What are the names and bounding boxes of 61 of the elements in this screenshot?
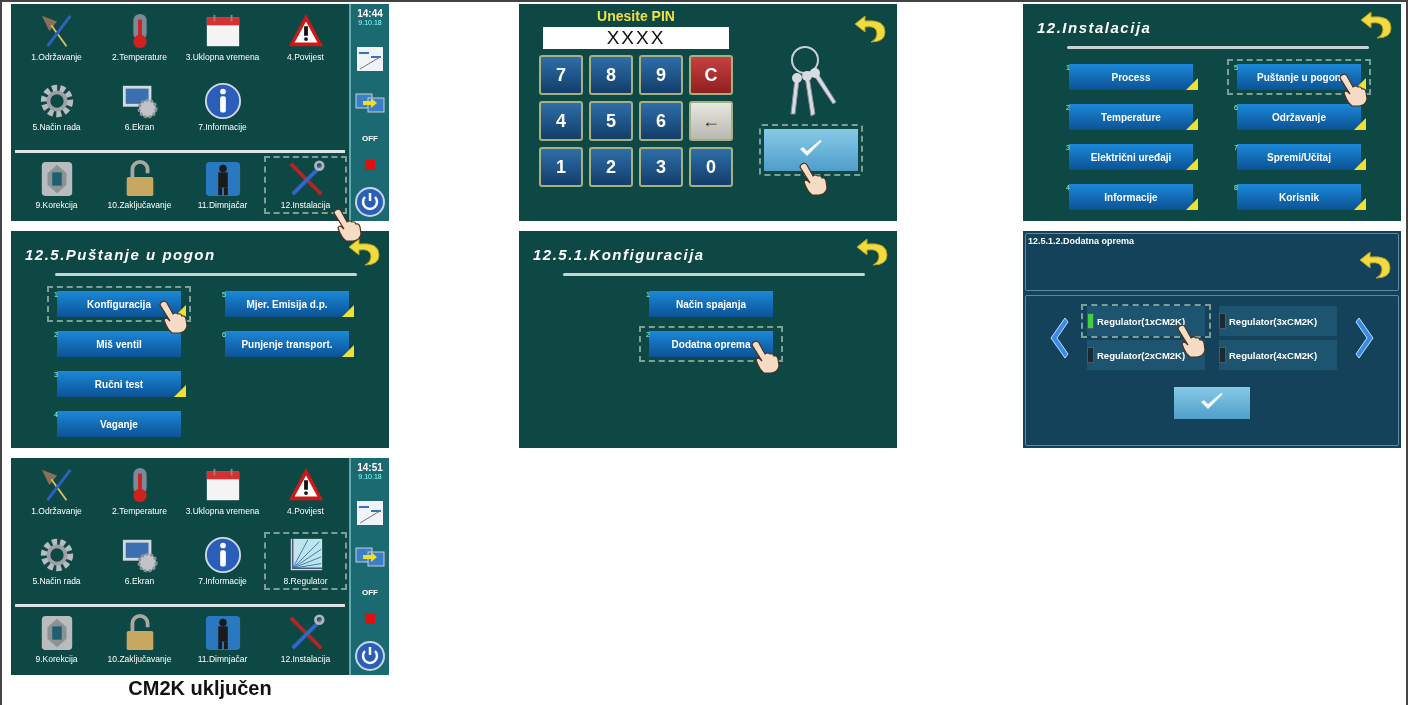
menu-item[interactable]: 4.Povijest bbox=[264, 462, 347, 520]
menu-item[interactable]: 7.Informacije bbox=[181, 78, 264, 136]
keypad-key[interactable]: 8 bbox=[589, 55, 633, 95]
keypad-key[interactable]: C bbox=[689, 55, 733, 95]
info-icon bbox=[203, 536, 242, 574]
menu-item[interactable]: 7.Informacije bbox=[181, 532, 264, 590]
menu-item[interactable]: 1.Održavanje bbox=[15, 8, 98, 66]
menu-item[interactable]: 6.Ekran bbox=[98, 532, 181, 590]
menu-item[interactable]: 6.Ekran bbox=[98, 78, 181, 136]
back-arrow-icon[interactable] bbox=[1359, 10, 1393, 40]
menu-item[interactable]: 11.Dimnjačar bbox=[181, 156, 264, 214]
screen-title: 12.Instalacija bbox=[1037, 18, 1152, 36]
screen-title: 12.5.1.2.Dodatna oprema bbox=[1028, 236, 1135, 246]
keypad-key[interactable]: 7 bbox=[539, 55, 583, 95]
checkmark-icon bbox=[1199, 391, 1225, 412]
menu-item[interactable]: 4.Povijest bbox=[264, 8, 347, 66]
menu-item[interactable]: 10.Zaključavanje bbox=[98, 156, 181, 214]
chimney-sweep-icon bbox=[203, 160, 242, 198]
screen-title: 12.5.1.Konfiguracija bbox=[533, 245, 705, 263]
keypad-key[interactable]: 9 bbox=[639, 55, 683, 95]
keypad-key[interactable]: 5 bbox=[589, 101, 633, 141]
menu-item[interactable]: 12.Instalacija bbox=[264, 610, 347, 668]
chimney-sweep-icon bbox=[203, 614, 242, 652]
power-button-icon[interactable] bbox=[355, 186, 385, 217]
menu-item[interactable]: 9.Korekcija bbox=[15, 156, 98, 214]
caption: CM2K uključen bbox=[128, 677, 272, 700]
screen-title: 12.5.Puštanje u pogon bbox=[25, 245, 216, 263]
back-arrow-icon[interactable] bbox=[1358, 250, 1392, 280]
back-arrow-icon[interactable] bbox=[853, 14, 887, 44]
keypad-key[interactable]: 6 bbox=[639, 101, 683, 141]
menu-item[interactable]: 5.Način rada bbox=[15, 78, 98, 136]
pin-title: Unesite PIN bbox=[597, 8, 675, 24]
menu-item[interactable]: 8.Regulator bbox=[264, 532, 347, 590]
menu-item[interactable]: 9.Korekcija bbox=[15, 610, 98, 668]
menu-item[interactable]: 1.Održavanje bbox=[15, 462, 98, 520]
menu-item[interactable]: 5.Način rada bbox=[15, 532, 98, 590]
menu-item[interactable]: 2.Temperature bbox=[98, 8, 181, 66]
menu-item[interactable]: 2.Temperature bbox=[98, 462, 181, 520]
keypad-key[interactable]: 3 bbox=[639, 147, 683, 187]
keypad-key[interactable]: 2 bbox=[589, 147, 633, 187]
clock-time: 14:44 bbox=[357, 8, 383, 19]
back-arrow-icon[interactable] bbox=[347, 237, 381, 267]
menu-item[interactable]: 3.Uklopna vremena bbox=[181, 8, 264, 66]
pin-field[interactable]: XXXX bbox=[543, 27, 729, 49]
keypad-key[interactable]: 4 bbox=[539, 101, 583, 141]
power-state-label: OFF bbox=[362, 587, 378, 597]
keypad-key[interactable]: ← bbox=[689, 101, 733, 141]
confirm-button[interactable] bbox=[759, 124, 863, 176]
keypad-key[interactable]: 0 bbox=[689, 147, 733, 187]
clock-time: 14:51 bbox=[357, 462, 383, 473]
keypad-key[interactable]: 1 bbox=[539, 147, 583, 187]
info-icon bbox=[203, 82, 242, 120]
menu-item[interactable]: 11.Dimnjačar bbox=[181, 610, 264, 668]
menu-item[interactable]: 3.Uklopna vremena bbox=[181, 462, 264, 520]
power-button-icon[interactable] bbox=[355, 640, 385, 671]
menu-item[interactable]: 12.Instalacija bbox=[264, 156, 347, 214]
option-button[interactable]: Regulator(1xCM2K) bbox=[1081, 304, 1211, 338]
back-arrow-icon[interactable] bbox=[855, 237, 889, 267]
checkmark-icon bbox=[798, 138, 824, 159]
menu-item[interactable]: 10.Zaključavanje bbox=[98, 610, 181, 668]
power-state-label: OFF bbox=[362, 133, 378, 143]
